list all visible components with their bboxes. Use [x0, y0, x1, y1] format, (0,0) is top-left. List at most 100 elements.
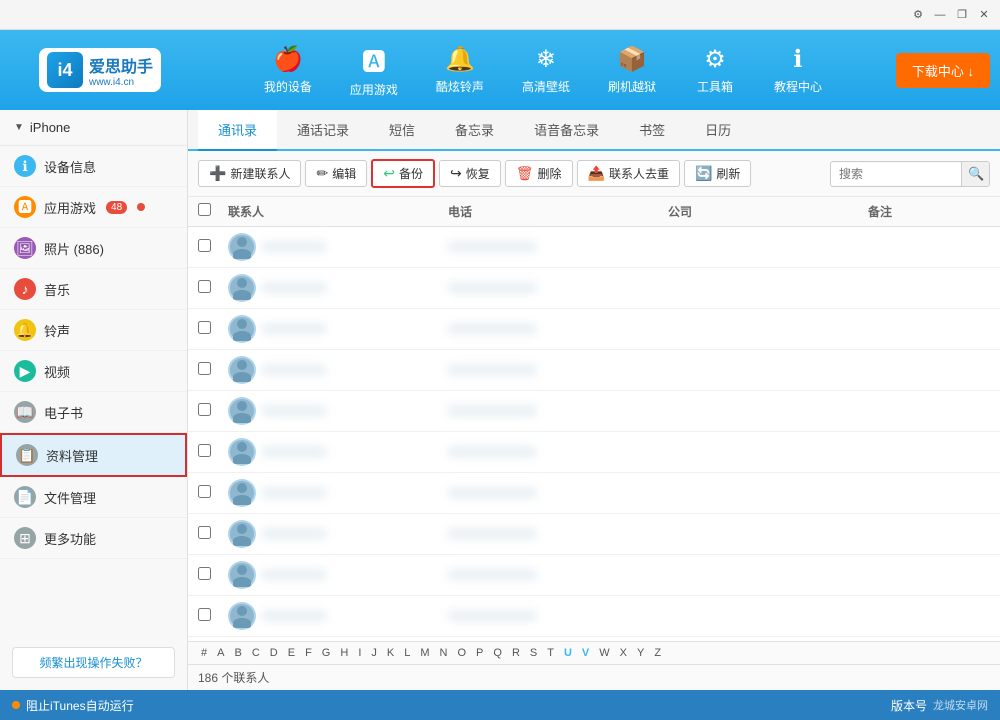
table-row[interactable]: XXXXXXXX XXXXXXXXXXX	[188, 391, 1000, 432]
close-icon[interactable]: ✕	[976, 7, 992, 23]
alpha-B[interactable]: B	[231, 646, 244, 660]
alpha-X[interactable]: X	[617, 646, 630, 660]
deduplicate-button[interactable]: 📤 联系人去重	[577, 160, 680, 187]
toolbar-btn-my-device[interactable]: 🍎 我的设备	[250, 39, 326, 101]
toolbar-label-wallpaper: 高清壁纸	[522, 78, 570, 95]
alpha-Y[interactable]: Y	[634, 646, 647, 660]
info-circle-icon: ℹ	[14, 155, 36, 177]
search-input[interactable]	[831, 163, 961, 185]
sidebar-label-device-info: 设备信息	[44, 157, 96, 176]
download-button[interactable]: 下载中心 ↓	[896, 53, 990, 88]
search-button[interactable]: 🔍	[961, 162, 990, 186]
row-select-checkbox[interactable]	[198, 280, 211, 293]
checkbox-header	[198, 203, 228, 220]
sidebar-item-device-info[interactable]: ℹ 设备信息	[0, 146, 187, 187]
alpha-Q[interactable]: Q	[490, 646, 505, 660]
table-row[interactable]: XXXXXXXX XXXXXXXXXXX	[188, 514, 1000, 555]
minimize-icon[interactable]: —	[932, 7, 948, 23]
tab-bookmark[interactable]: 书签	[619, 110, 685, 151]
col-header-note: 备注	[868, 203, 990, 220]
alpha-A[interactable]: A	[214, 646, 227, 660]
row-select-checkbox[interactable]	[198, 362, 211, 375]
refresh-icon: 🔄	[695, 165, 712, 182]
alpha-U[interactable]: U	[561, 646, 575, 660]
alpha-P[interactable]: P	[473, 646, 486, 660]
alpha-M[interactable]: M	[417, 646, 432, 660]
alpha-E[interactable]: E	[285, 646, 298, 660]
sidebar-item-video[interactable]: ▶ 视频	[0, 351, 187, 392]
toolbar-btn-tutorial[interactable]: ℹ 教程中心	[760, 39, 836, 101]
sidebar-item-data-mgmt[interactable]: 📋 资料管理	[0, 433, 187, 477]
table-row[interactable]: XXXXXXXX XXXXXXXXXXX	[188, 268, 1000, 309]
toolbar-btn-apps[interactable]: 🅰 应用游戏	[336, 36, 412, 104]
sidebar-item-file-mgmt[interactable]: 📄 文件管理	[0, 477, 187, 518]
row-select-checkbox[interactable]	[198, 444, 211, 457]
alpha-T[interactable]: T	[544, 646, 557, 660]
restore-icon[interactable]: ❐	[954, 7, 970, 23]
tab-memo[interactable]: 备忘录	[435, 110, 514, 151]
sidebar: ▼ iPhone ℹ 设备信息 🅰 应用游戏 48 🖼 照片 (886) ♪ 音…	[0, 110, 188, 690]
tab-call-log[interactable]: 通话记录	[277, 110, 369, 151]
toolbar-btn-ringtone[interactable]: 🔔 酷炫铃声	[422, 39, 498, 101]
table-row[interactable]: XXXXXXXX XXXXXXXXXXX	[188, 309, 1000, 350]
table-body: XXXXXXXX XXXXXXXXXXX XXXXXXXX XXXXXXXXXX…	[188, 227, 1000, 641]
sidebar-item-music[interactable]: ♪ 音乐	[0, 269, 187, 310]
toolbar-btn-toolbox[interactable]: ⚙ 工具箱	[680, 39, 750, 101]
toolbar-btn-wallpaper[interactable]: ❄ 高清壁纸	[508, 39, 584, 101]
alpha-#[interactable]: #	[198, 646, 210, 660]
sidebar-item-apps[interactable]: 🅰 应用游戏 48	[0, 187, 187, 228]
table-row[interactable]: XXXXXXXX XXXXXXXXXXX	[188, 350, 1000, 391]
row-select-checkbox[interactable]	[198, 485, 211, 498]
refresh-button[interactable]: 🔄 刷新	[684, 160, 751, 187]
alpha-K[interactable]: K	[384, 646, 397, 660]
sidebar-item-photos[interactable]: 🖼 照片 (886)	[0, 228, 187, 269]
alpha-O[interactable]: O	[454, 646, 469, 660]
alpha-D[interactable]: D	[267, 646, 281, 660]
tab-contacts[interactable]: 通讯录	[198, 110, 277, 151]
settings-icon[interactable]: ⚙	[910, 7, 926, 23]
toolbar-label-my-device: 我的设备	[264, 78, 312, 95]
alpha-R[interactable]: R	[509, 646, 523, 660]
row-select-checkbox[interactable]	[198, 239, 211, 252]
row-select-checkbox[interactable]	[198, 321, 211, 334]
alpha-S[interactable]: S	[527, 646, 540, 660]
tab-voice-memo[interactable]: 语音备忘录	[514, 110, 619, 151]
alpha-Z[interactable]: Z	[651, 646, 664, 660]
row-select-checkbox[interactable]	[198, 403, 211, 416]
alpha-G[interactable]: G	[319, 646, 334, 660]
problem-button[interactable]: 频繁出现操作失败？	[12, 647, 175, 678]
select-all-checkbox[interactable]	[198, 203, 211, 216]
edit-button[interactable]: ✏ 编辑	[305, 160, 367, 187]
table-row[interactable]: XXXXXXXX XXXXXXXXXXX	[188, 432, 1000, 473]
row-select-checkbox[interactable]	[198, 526, 211, 539]
delete-button[interactable]: 🗑 删除	[505, 160, 573, 187]
toolbar-btn-jailbreak[interactable]: 📦 刷机越狱	[594, 39, 670, 101]
restore-button[interactable]: ↪ 恢复	[439, 160, 501, 187]
sidebar-item-ringtone[interactable]: 🔔 铃声	[0, 310, 187, 351]
alpha-N[interactable]: N	[437, 646, 451, 660]
alpha-J[interactable]: J	[368, 646, 380, 660]
sidebar-item-ebook[interactable]: 📖 电子书	[0, 392, 187, 433]
alpha-H[interactable]: H	[337, 646, 351, 660]
new-contact-button[interactable]: ➕ 新建联系人	[198, 160, 301, 187]
alpha-W[interactable]: W	[596, 646, 612, 660]
table-row[interactable]: XXXXXXXX XXXXXXXXXXX	[188, 596, 1000, 637]
row-select-checkbox[interactable]	[198, 608, 211, 621]
alpha-F[interactable]: F	[302, 646, 315, 660]
tab-sms[interactable]: 短信	[369, 110, 435, 151]
alpha-V[interactable]: V	[579, 646, 592, 660]
file-icon: 📄	[14, 486, 36, 508]
sidebar-item-more[interactable]: ⊞ 更多功能	[0, 518, 187, 559]
sidebar-label-data-mgmt: 资料管理	[46, 446, 98, 465]
alpha-C[interactable]: C	[249, 646, 263, 660]
table-row[interactable]: XXXXXXXX XXXXXXXXXXX	[188, 473, 1000, 514]
row-select-checkbox[interactable]	[198, 567, 211, 580]
backup-button[interactable]: ↩ 备份	[371, 159, 435, 188]
alpha-I[interactable]: I	[355, 646, 364, 660]
row-phone-cell: XXXXXXXXXXX	[448, 240, 668, 254]
table-row[interactable]: XXXXXXXX XXXXXXXXXXX	[188, 555, 1000, 596]
tab-calendar[interactable]: 日历	[685, 110, 751, 151]
alpha-L[interactable]: L	[401, 646, 413, 660]
device-header: ▼ iPhone	[0, 110, 187, 146]
table-row[interactable]: XXXXXXXX XXXXXXXXXXX	[188, 227, 1000, 268]
